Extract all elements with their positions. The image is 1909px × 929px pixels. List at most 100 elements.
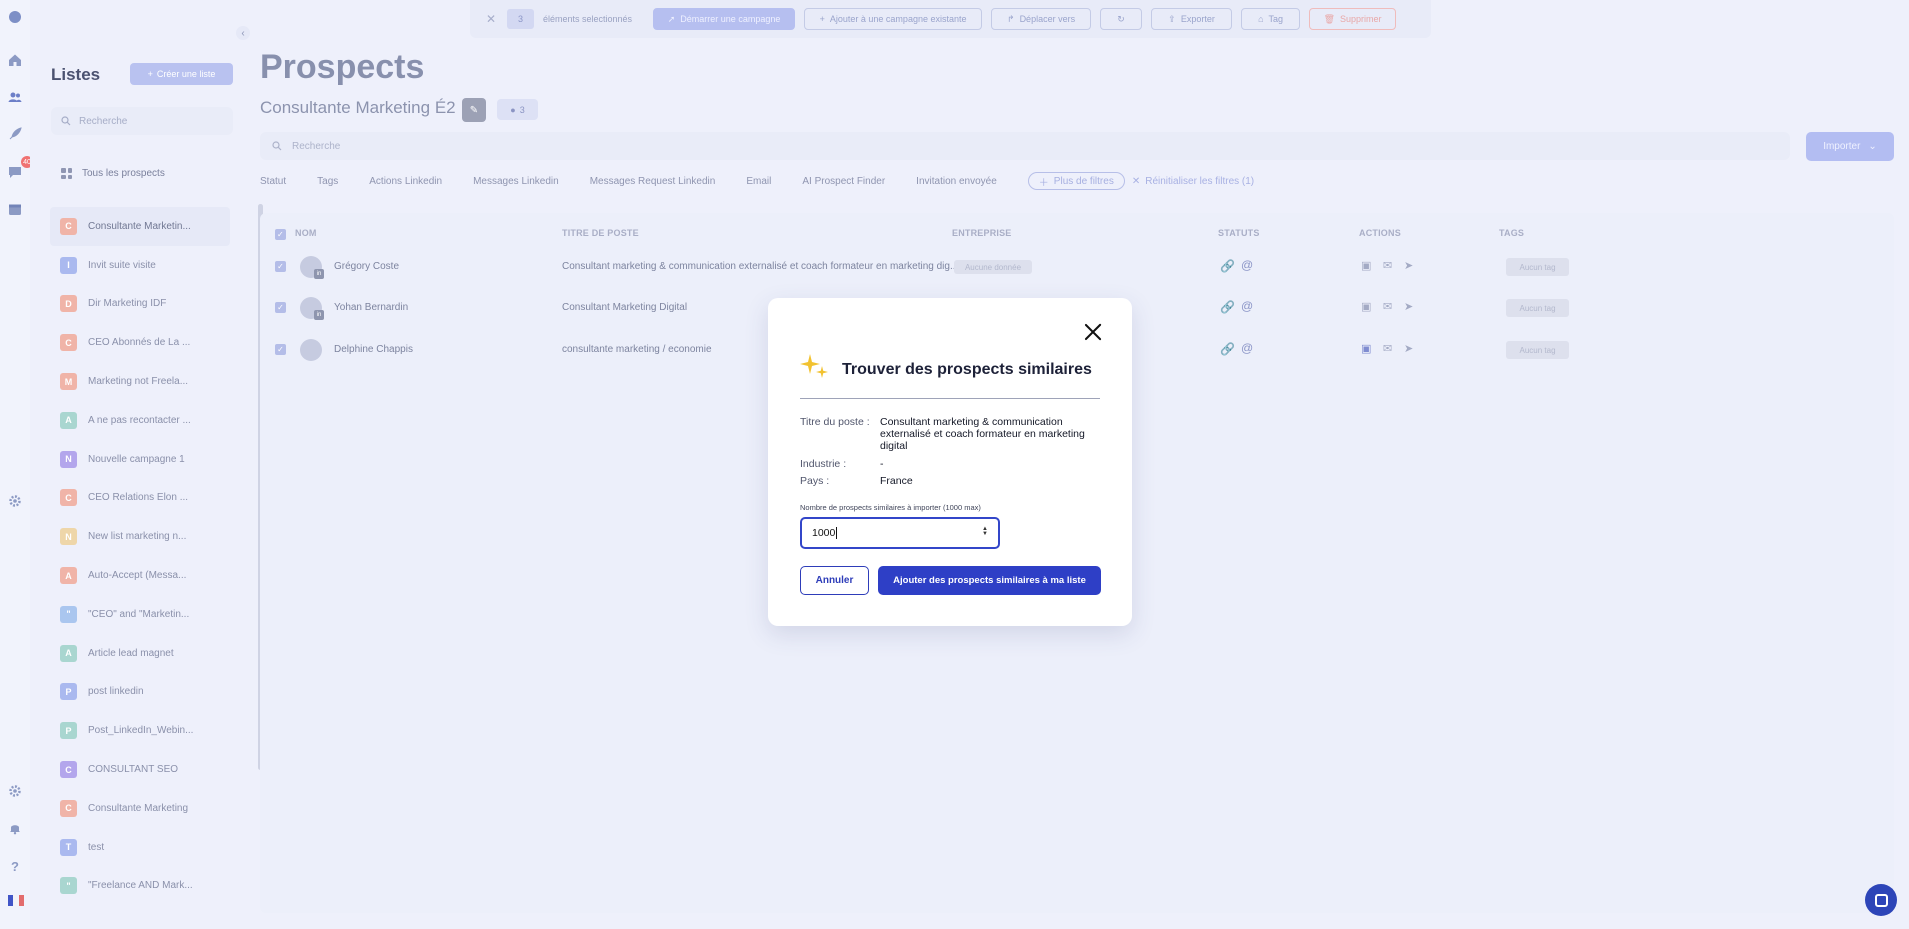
select-all-checkbox[interactable]: ✓ (275, 229, 286, 240)
prospect-name[interactable]: Yohan Bernardin (334, 302, 408, 313)
all-prospects-link[interactable]: Tous les prospects (61, 168, 165, 179)
row-checkbox[interactable]: ✓ (275, 344, 286, 355)
quantity-input[interactable]: 1000 ▲ ▼ (800, 517, 1000, 549)
job-title-label: Titre du poste : (800, 416, 870, 428)
users-icon[interactable] (8, 90, 22, 104)
sidebar-list-item[interactable]: N New list marketing n... (50, 517, 230, 556)
mail-icon[interactable]: ✉ (1383, 342, 1392, 355)
sidebar-list-item[interactable]: I Invit suite visite (50, 246, 230, 285)
send-icon[interactable]: ➤ (1404, 342, 1413, 355)
collapse-sidebar-button[interactable]: ‹ (236, 26, 250, 40)
at-icon[interactable]: @ (1241, 341, 1253, 355)
table-row[interactable]: ✓ in Grégory Coste Consultant marketing … (260, 252, 1894, 282)
delete-button[interactable]: 🗑 Supprimer (1309, 8, 1397, 30)
sidebar-list-item[interactable]: C Consultante Marketin... (50, 207, 230, 246)
reset-filters-button[interactable]: ✕ Réinitialiser les filtres (1) (1132, 176, 1254, 187)
more-filters-button[interactable]: ＋ Plus de filtres (1027, 172, 1125, 190)
logo-icon[interactable] (8, 10, 22, 24)
sidebar-list-item[interactable]: C CONSULTANT SEO (50, 750, 230, 789)
sidebar-list-item[interactable]: A Auto-Accept (Messa... (50, 556, 230, 595)
support-chat-button[interactable] (1865, 884, 1897, 916)
tag-button[interactable]: ⌂ Tag (1241, 8, 1301, 30)
home-icon[interactable] (8, 53, 22, 67)
sidebar-list-item[interactable]: C Consultante Marketing (50, 789, 230, 828)
filter-chip[interactable]: AI Prospect Finder (802, 176, 885, 187)
add-similar-prospects-button[interactable]: Ajouter des prospects similaires à ma li… (878, 566, 1101, 595)
filter-chip[interactable]: Email (746, 176, 771, 187)
filter-chip[interactable]: Tags (317, 176, 338, 187)
send-icon[interactable]: ➤ (1404, 300, 1413, 313)
help-icon[interactable]: ? (8, 859, 22, 874)
send-icon[interactable]: ➤ (1404, 259, 1413, 272)
sidebar-list-item[interactable]: Ttest (50, 828, 230, 867)
close-selection-icon[interactable]: ✕ (484, 12, 498, 26)
list-avatar: P (60, 722, 77, 740)
filter-chip[interactable]: Actions Linkedin (369, 176, 442, 187)
prospect-name[interactable]: Delphine Chappis (334, 344, 413, 355)
edit-list-button[interactable]: ✎ (462, 98, 486, 122)
filter-chip[interactable]: Statut (260, 176, 286, 187)
rocket-icon[interactable] (8, 127, 22, 141)
column-header[interactable]: ACTIONS (1359, 228, 1401, 238)
sidebar-list-item[interactable]: Ppost linkedin (50, 673, 230, 712)
column-header[interactable]: STATUTS (1218, 228, 1260, 238)
create-list-button[interactable]: + Créer une liste (130, 63, 233, 85)
at-icon[interactable]: @ (1241, 258, 1253, 272)
filter-chip[interactable]: Messages Linkedin (473, 176, 559, 187)
search-icon (61, 116, 71, 126)
prospect-name[interactable]: Grégory Coste (334, 261, 399, 272)
start-campaign-button[interactable]: ➚ Démarrer une campagne (653, 8, 796, 30)
refresh-button[interactable]: ↻ (1100, 8, 1143, 30)
column-header[interactable]: ENTREPRISE (952, 228, 1012, 238)
gear-icon[interactable] (8, 784, 22, 798)
sidebar-list-item[interactable]: P Post_LinkedIn_Webin... (50, 711, 230, 750)
row-checkbox[interactable]: ✓ (275, 302, 286, 313)
prospect-search-input[interactable]: Recherche (260, 132, 1790, 160)
tag-badge[interactable]: Aucun tag (1506, 258, 1569, 276)
filter-chip[interactable]: Messages Request Linkedin (590, 176, 716, 187)
column-header[interactable]: TITRE DE POSTE (562, 228, 639, 238)
sidebar-list-item[interactable]: C CEO Abonnés de La ... (50, 323, 230, 362)
mail-icon[interactable]: ✉ (1383, 259, 1392, 272)
list-avatar: D (60, 295, 77, 313)
list-search-input[interactable]: Recherche (51, 107, 233, 135)
tag-badge[interactable]: Aucun tag (1506, 299, 1569, 317)
cancel-button[interactable]: Annuler (800, 566, 869, 595)
members-count-pill[interactable]: ● 3 (497, 99, 538, 120)
sidebar-list-item[interactable]: C CEO Relations Elon ... (50, 479, 230, 518)
mail-icon[interactable]: ✉ (1383, 300, 1392, 313)
import-button[interactable]: Importer ⌄ (1806, 132, 1894, 161)
row-checkbox[interactable]: ✓ (275, 261, 286, 272)
bell-icon[interactable] (8, 821, 22, 835)
add-to-campaign-button[interactable]: + Ajouter à une campagne existante (804, 8, 983, 30)
sidebar-list-item[interactable]: D Dir Marketing IDF (50, 285, 230, 324)
column-header[interactable]: TAGS (1499, 228, 1524, 238)
sidebar-list-item[interactable]: M Marketing not Freela... (50, 362, 230, 401)
at-icon[interactable]: @ (1241, 299, 1253, 313)
sidebar-list-item[interactable]: A Article lead magnet (50, 634, 230, 673)
message-icon[interactable]: ▣ (1361, 300, 1371, 313)
link-icon[interactable]: 🔗 (1220, 342, 1235, 356)
move-to-button[interactable]: ↱ Déplacer vers (991, 8, 1092, 30)
flag-icon[interactable] (8, 895, 24, 906)
chat-icon[interactable] (8, 165, 22, 179)
sidebar-list-item[interactable]: " "Freelance AND Mark... (50, 867, 230, 906)
list-avatar: T (60, 838, 77, 856)
sidebar-list-item[interactable]: A A ne pas recontacter ... (50, 401, 230, 440)
quantity-stepper[interactable]: ▲ ▼ (982, 526, 988, 537)
tag-badge[interactable]: Aucun tag (1506, 341, 1569, 359)
sidebar-list-item[interactable]: " "CEO" and "Marketin... (50, 595, 230, 634)
link-icon[interactable]: 🔗 (1220, 259, 1235, 273)
calendar-icon[interactable] (8, 202, 22, 216)
message-icon[interactable]: ▣ (1361, 259, 1371, 272)
sidebar-list-item[interactable]: N Nouvelle campagne 1 (50, 440, 230, 479)
column-header[interactable]: NOM (295, 228, 317, 238)
message-icon[interactable]: ▣ (1361, 342, 1371, 355)
link-icon[interactable]: 🔗 (1220, 300, 1235, 314)
filter-chip[interactable]: Invitation envoyée (916, 176, 997, 187)
list-label: "CEO" and "Marketin... (88, 608, 190, 620)
export-button[interactable]: ⇪ Exporter (1151, 8, 1233, 30)
settings-icon[interactable] (8, 494, 22, 508)
close-icon[interactable] (1084, 323, 1102, 341)
list-avatar: C (60, 489, 77, 507)
